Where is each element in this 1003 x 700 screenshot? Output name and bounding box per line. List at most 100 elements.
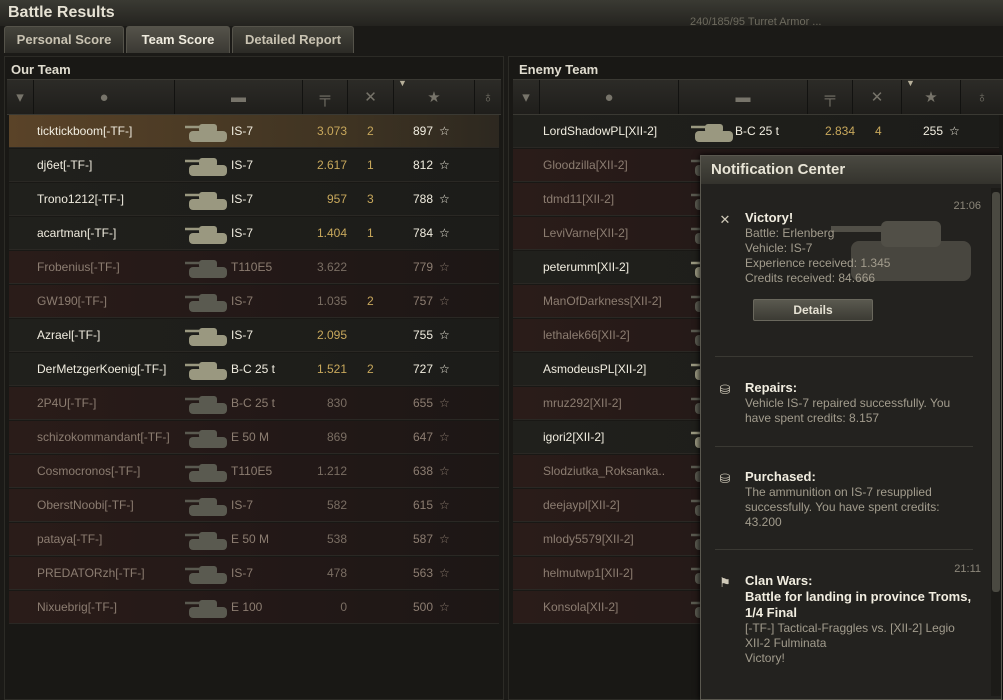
tank-icon [185, 124, 227, 142]
table-row[interactable]: pataya[-TF-] E 50 M 538 587 ☆ [9, 523, 499, 556]
tank-icon [185, 328, 227, 346]
tab-team-score[interactable]: Team Score [126, 26, 230, 53]
player-name: LordShadowPL[XII-2] [543, 124, 658, 138]
player-name: OberstNoobi[-TF-] [37, 498, 134, 512]
enemy-vehicle-col-icon[interactable]: ▬ [679, 80, 808, 114]
table-row[interactable]: OberstNoobi[-TF-] IS-7 582 615 ☆ [9, 489, 499, 522]
damage-value: 2.617 [316, 158, 347, 172]
table-row[interactable]: Nixuebrig[-TF-] E 100 0 500 ☆ [9, 591, 499, 624]
star-icon: ☆ [439, 226, 450, 240]
player-name: Gloodzilla[XII-2] [543, 158, 628, 172]
crossed-swords-icon: ✕ [719, 212, 731, 227]
notification-scrollbar[interactable] [991, 188, 1001, 696]
table-row[interactable]: Azrael[-TF-] IS-7 2.095 755 ☆ [9, 319, 499, 352]
star-icon: ☆ [439, 566, 450, 580]
enemy-damage-col-icon[interactable]: ╤ [808, 80, 853, 114]
tank-icon [185, 566, 227, 584]
enemy-medal-col-icon[interactable]: ♁ [961, 80, 1003, 114]
table-row[interactable]: PREDATORzh[-TF-] IS-7 478 563 ☆ [9, 557, 499, 590]
player-name: Azrael[-TF-] [37, 328, 101, 342]
xp-col-icon[interactable]: ▼ ★ [394, 78, 475, 114]
star-icon: ☆ [439, 158, 450, 172]
xp-value: 755 [412, 328, 433, 342]
vehicle-name: B-C 25 t [735, 124, 780, 138]
xp-value: 647 [412, 430, 433, 444]
xp-value: 615 [412, 498, 433, 512]
table-row[interactable]: GW190[-TF-] IS-7 1.035 2 757 ☆ [9, 285, 499, 318]
coins-icon: ⛁ [719, 382, 731, 397]
player-name: DerMetzgerKoenig[-TF-] [37, 362, 167, 376]
xp-value: 638 [412, 464, 433, 478]
notification-line: Experience received: 1.345 [745, 256, 891, 270]
enemy-kills-col-icon[interactable]: ✕ [853, 80, 902, 114]
enemy-sort-desc-icon: ▼ [906, 78, 915, 88]
scrollbar-thumb[interactable] [992, 192, 1000, 592]
damage-col-icon[interactable]: ╤ [303, 80, 348, 114]
player-name: ManOfDarkness[XII-2] [543, 294, 662, 308]
star-icon: ☆ [439, 430, 450, 444]
kills-value: 1 [367, 158, 374, 172]
tank-icon [185, 464, 227, 482]
vehicle-name: IS-7 [231, 226, 254, 240]
table-row[interactable]: DerMetzgerKoenig[-TF-] B-C 25 t 1.521 2 727 ☆ [9, 353, 499, 386]
vehicle-name: IS-7 [231, 158, 254, 172]
player-name: peterumm[XII-2] [543, 260, 630, 274]
vehicle-name: IS-7 [231, 294, 254, 308]
table-row[interactable]: dj6et[-TF-] IS-7 2.617 1 812 ☆ [9, 149, 499, 182]
table-row[interactable]: LordShadowPL[XII-2] B-C 25 t 2.834 4 255 ☆ [513, 115, 999, 148]
kills-value: 2 [367, 362, 374, 376]
player-name: lethalek66[XII-2] [543, 328, 630, 342]
tank-icon [185, 192, 227, 210]
vehicle-col-icon[interactable]: ▬ [175, 80, 303, 114]
our-team-title: Our Team [11, 62, 71, 77]
enemy-platoon-col-icon[interactable]: ▾ [513, 80, 540, 114]
table-row[interactable]: Trono1212[-TF-] IS-7 957 3 788 ☆ [9, 183, 499, 216]
notification-head: Victory! [745, 210, 794, 225]
player-name: LeviVarne[XII-2] [543, 226, 629, 240]
table-row[interactable]: ticktickboom[-TF-] IS-7 3.073 2 897 ☆ [9, 115, 499, 148]
star-icon: ☆ [439, 294, 450, 308]
vehicle-name: B-C 25 t [231, 396, 276, 410]
xp-value: 655 [412, 396, 433, 410]
table-row[interactable]: acartman[-TF-] IS-7 1.404 1 784 ☆ [9, 217, 499, 250]
tank-icon [185, 294, 227, 312]
our-team-panel: Our Team ▾ ● ▬ ╤ ✕ ▼ ★ ♁ ticktickboom[-TF… [4, 56, 504, 700]
xp-value: 779 [412, 260, 433, 274]
player-name: igori2[XII-2] [543, 430, 605, 444]
star-icon: ☆ [439, 328, 450, 342]
notification-subhead: 1/4 Final [745, 605, 798, 620]
notification-line: successfully. You have spent credits: [745, 500, 940, 514]
star-icon: ☆ [439, 396, 450, 410]
xp-value: 500 [412, 600, 433, 614]
star-icon: ☆ [439, 600, 450, 614]
damage-value: 830 [326, 396, 347, 410]
tab-personal-score[interactable]: Personal Score [4, 26, 124, 53]
player-name: Nixuebrig[-TF-] [37, 600, 118, 614]
xp-value: 812 [412, 158, 433, 172]
table-row[interactable]: schizokommandant[-TF-] E 50 M 869 647 ☆ [9, 421, 499, 454]
tab-detailed-report[interactable]: Detailed Report [232, 26, 354, 53]
xp-value: 587 [412, 532, 433, 546]
enemy-player-col-icon[interactable]: ● [540, 80, 679, 114]
player-name: pataya[-TF-] [37, 532, 103, 546]
damage-value: 869 [326, 430, 347, 444]
notification-line: Battle: Erlenberg [745, 226, 835, 240]
table-row[interactable]: Frobenius[-TF-] T110E5 3.622 779 ☆ [9, 251, 499, 284]
table-row[interactable]: 2P4U[-TF-] B-C 25 t 830 655 ☆ [9, 387, 499, 420]
vehicle-name: E 50 M [231, 430, 270, 444]
damage-value: 1.035 [316, 294, 347, 308]
table-row[interactable]: Cosmocronos[-TF-] T110E5 1.212 638 ☆ [9, 455, 499, 488]
kills-col-icon[interactable]: ✕ [348, 80, 394, 114]
platoon-col-icon[interactable]: ▾ [7, 80, 34, 114]
vehicle-name: E 100 [231, 600, 263, 614]
medal-col-icon[interactable]: ♁ [475, 80, 501, 114]
xp-value: 784 [412, 226, 433, 240]
vehicle-name: E 50 M [231, 532, 270, 546]
details-button[interactable]: Details [753, 299, 873, 321]
tank-icon [185, 498, 227, 516]
notification-time: 21:06 [953, 200, 981, 212]
player-name: GW190[-TF-] [37, 294, 108, 308]
enemy-xp-col-icon[interactable]: ▼ ★ [902, 78, 961, 114]
notification-line: Vehicle IS-7 repaired successfully. You [745, 396, 951, 410]
player-col-icon[interactable]: ● [34, 80, 175, 114]
